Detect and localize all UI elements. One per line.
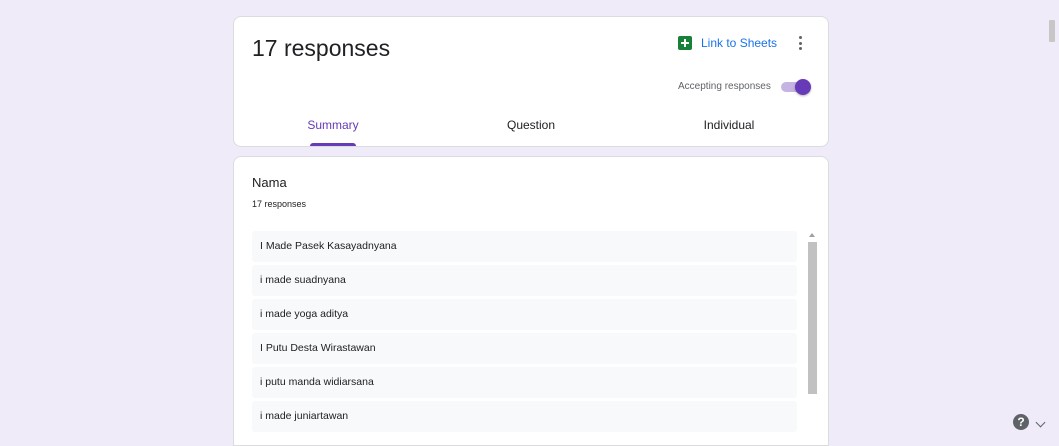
list-item: i made suadnyana	[252, 265, 797, 296]
tab-question[interactable]: Question	[432, 113, 630, 147]
responses-title: 17 responses	[252, 35, 391, 61]
list-item: i made yoga aditya	[252, 299, 797, 330]
toggle-thumb	[795, 79, 811, 95]
responses-header-card: 17 responses Link to Sheets Accepting re…	[233, 16, 829, 147]
question-summary-card: Nama 17 responses I Made Pasek Kasayadny…	[233, 156, 829, 446]
link-to-sheets-label: Link to Sheets	[701, 36, 778, 50]
response-tabs: Summary Question Individual	[234, 113, 830, 147]
scroll-thumb[interactable]	[808, 242, 817, 394]
more-options-icon[interactable]	[799, 36, 803, 52]
accepting-responses-label: Accepting responses	[678, 81, 771, 92]
scroll-up-arrow-icon[interactable]	[809, 233, 815, 237]
accepting-responses-toggle[interactable]	[781, 79, 811, 95]
tab-summary[interactable]: Summary	[234, 113, 432, 147]
page-frame: 17 responses Link to Sheets Accepting re…	[0, 0, 1059, 446]
page-scrollbar[interactable]	[1046, 0, 1059, 436]
answer-list-scrollbar[interactable]	[806, 230, 818, 440]
question-title: Nama	[252, 175, 287, 190]
list-item: i made juniartawan	[252, 401, 797, 432]
chevron-down-icon[interactable]	[1035, 417, 1046, 428]
sheets-icon	[678, 36, 692, 50]
help-icon[interactable]: ?	[1013, 414, 1029, 430]
tab-individual[interactable]: Individual	[630, 113, 828, 147]
question-response-count: 17 responses	[252, 199, 307, 209]
page-scroll-thumb[interactable]	[1049, 20, 1055, 42]
active-tab-indicator	[310, 143, 356, 146]
answer-list: I Made Pasek Kasayadnyana i made suadnya…	[252, 231, 797, 435]
list-item: I Putu Desta Wirastawan	[252, 333, 797, 364]
list-item: I Made Pasek Kasayadnyana	[252, 231, 797, 262]
link-to-sheets-button[interactable]: Link to Sheets	[678, 33, 777, 53]
list-item: i putu manda widiarsana	[252, 367, 797, 398]
